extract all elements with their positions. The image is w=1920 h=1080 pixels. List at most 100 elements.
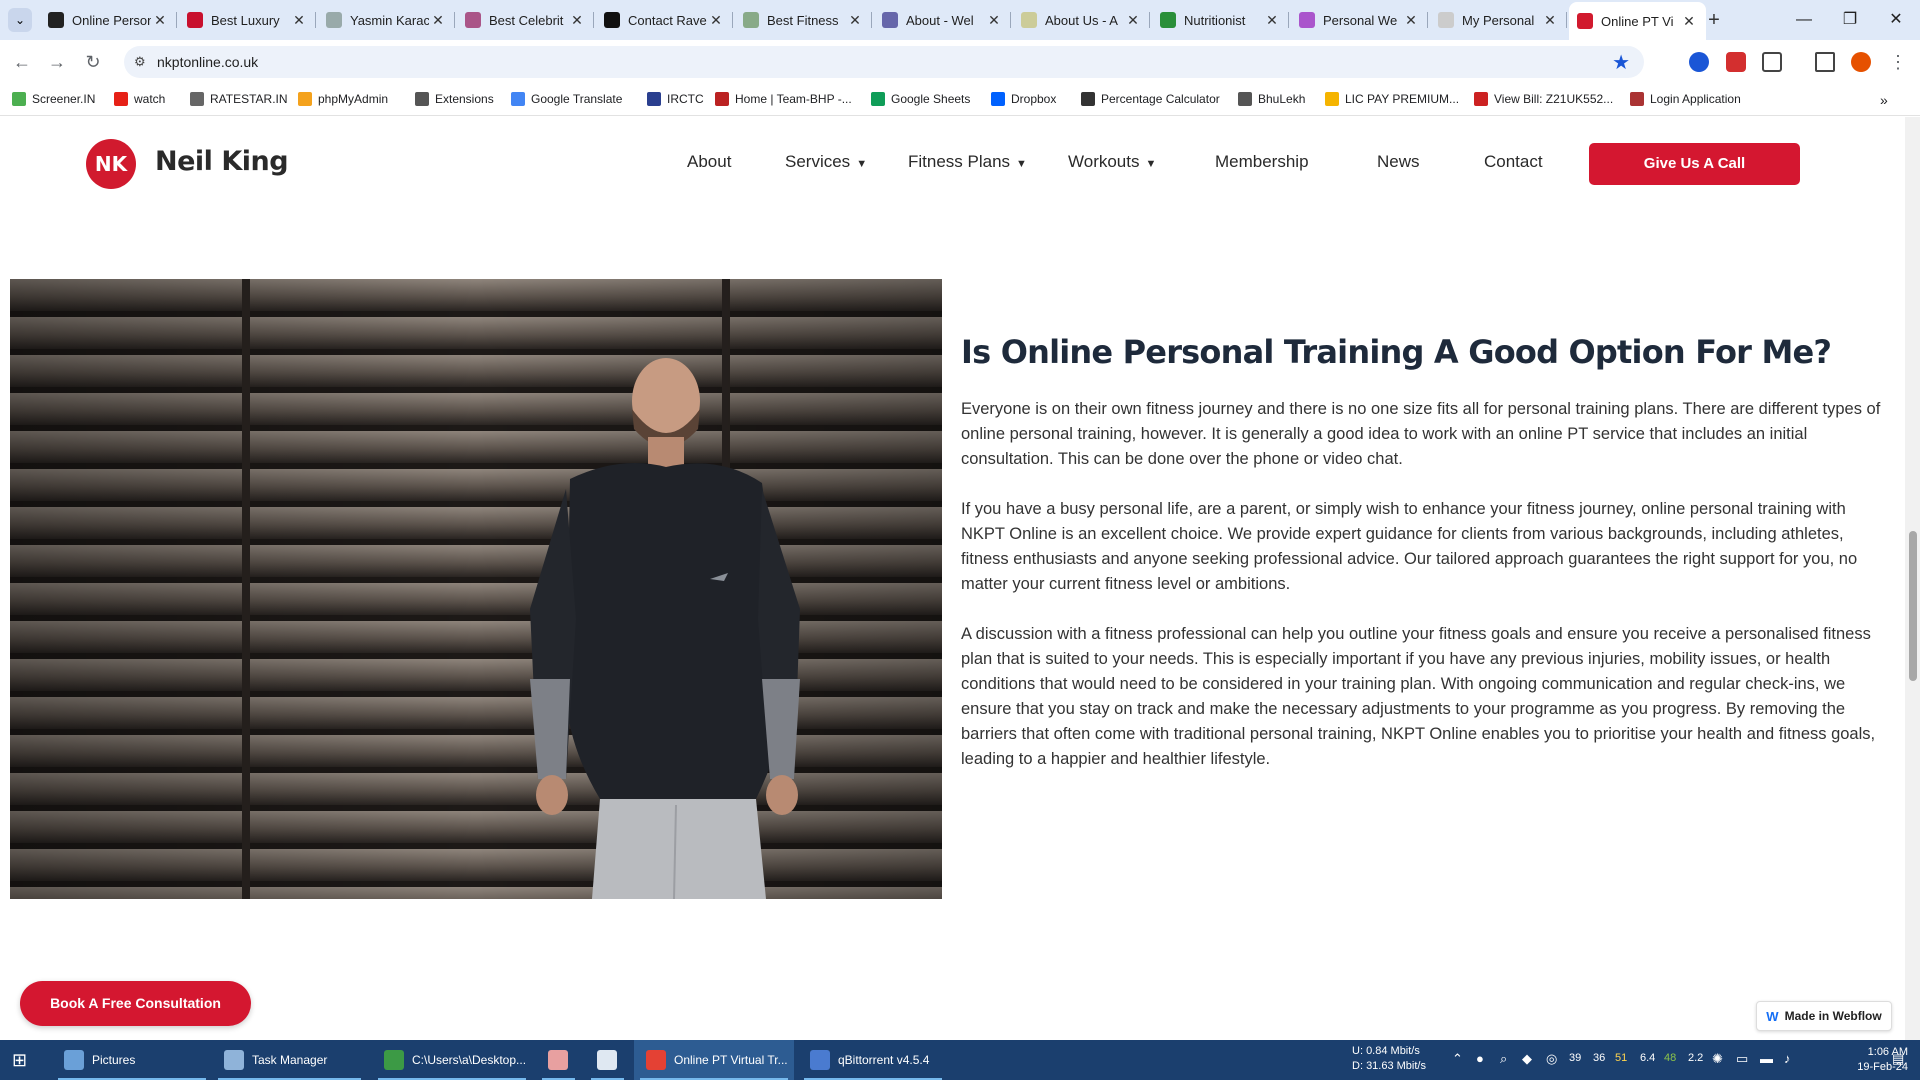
- nav-contact-label: Contact: [1484, 152, 1543, 171]
- extension-icon[interactable]: [1689, 52, 1709, 72]
- tab-close-icon[interactable]: ✕: [151, 12, 169, 29]
- taskbar-app-button[interactable]: C:\Users\a\Desktop...: [372, 1040, 532, 1080]
- taskbar-app-button[interactable]: qBittorrent v4.5.4: [798, 1040, 948, 1080]
- bookmark-item[interactable]: Google Translate: [511, 92, 622, 106]
- browser-tab[interactable]: Best Celebrit ✕: [457, 4, 594, 36]
- back-button[interactable]: ←: [10, 50, 34, 74]
- forward-button[interactable]: →: [45, 50, 69, 74]
- bookmark-item[interactable]: Screener.IN: [12, 92, 95, 106]
- bookmark-item[interactable]: RATESTAR.IN: [190, 92, 288, 106]
- browser-tab[interactable]: My Personal ✕: [1430, 4, 1567, 36]
- tab-close-icon[interactable]: ✕: [1680, 13, 1698, 30]
- browser-tab[interactable]: Online PT Vi ✕: [1569, 2, 1706, 40]
- tab-search-button[interactable]: ⌄: [8, 8, 32, 32]
- taskbar-app-button[interactable]: Online PT Virtual Tr...: [634, 1040, 794, 1080]
- reload-button[interactable]: ↻: [81, 50, 105, 74]
- new-tab-button[interactable]: +: [1702, 8, 1726, 32]
- taskbar-app-button[interactable]: Pictures: [52, 1040, 212, 1080]
- more-bookmarks-icon[interactable]: »: [1880, 92, 1888, 108]
- book-consultation-button[interactable]: Book A Free Consultation: [20, 981, 251, 1026]
- network-icon[interactable]: ▭: [1736, 1051, 1748, 1067]
- taskbar-clock[interactable]: 1:06 AM 19-Feb-24: [1848, 1045, 1908, 1075]
- browser-tab[interactable]: Best Luxury ✕: [179, 4, 316, 36]
- browser-tab[interactable]: About Us - A ✕: [1013, 4, 1150, 36]
- tray-indicator[interactable]: 36: [1593, 1052, 1605, 1064]
- menu-kebab-icon[interactable]: ⋮: [1886, 50, 1910, 74]
- battery-icon[interactable]: ▬: [1760, 1051, 1773, 1066]
- tray-indicator[interactable]: 2.2: [1688, 1052, 1703, 1064]
- bookmark-item[interactable]: watch: [114, 92, 165, 106]
- browser-tab[interactable]: Online Personal✕: [40, 4, 177, 36]
- tab-close-icon[interactable]: ✕: [429, 12, 447, 29]
- browser-tab[interactable]: Best Fitness ✕: [735, 4, 872, 36]
- tab-close-icon[interactable]: ✕: [1124, 12, 1142, 29]
- browser-tab[interactable]: Personal We ✕: [1291, 4, 1428, 36]
- side-panel-icon[interactable]: [1815, 52, 1835, 72]
- nav-about[interactable]: About: [687, 152, 731, 172]
- restore-button[interactable]: ❐: [1830, 8, 1870, 32]
- bookmark-item[interactable]: IRCTC: [647, 92, 704, 106]
- nav-news-label: News: [1377, 152, 1420, 171]
- tab-close-icon[interactable]: ✕: [1402, 12, 1420, 29]
- taskbar-app-button[interactable]: [536, 1040, 581, 1080]
- nav-membership[interactable]: Membership: [1215, 152, 1309, 172]
- tab-close-icon[interactable]: ✕: [1263, 12, 1281, 29]
- nav-services[interactable]: Services ▼: [785, 152, 867, 172]
- tab-close-icon[interactable]: ✕: [1541, 12, 1559, 29]
- tray-indicator[interactable]: 6.4: [1640, 1052, 1655, 1064]
- site-info-icon[interactable]: ⚙: [134, 54, 146, 70]
- tab-close-icon[interactable]: ✕: [707, 12, 725, 29]
- tray-app-icon[interactable]: ◎: [1546, 1051, 1557, 1067]
- extensions-puzzle-icon[interactable]: [1762, 52, 1782, 72]
- bookmark-item[interactable]: Google Sheets: [871, 92, 970, 106]
- address-bar[interactable]: ⚙ nkptonline.co.uk ★: [124, 46, 1644, 78]
- nav-workouts[interactable]: Workouts ▼: [1068, 152, 1156, 172]
- bookmark-item[interactable]: Extensions: [415, 92, 494, 106]
- tray-search-icon[interactable]: ⌕: [1500, 1051, 1507, 1067]
- bookmark-label: LIC PAY PREMIUM...: [1345, 92, 1460, 106]
- logo-icon[interactable]: NK: [86, 139, 136, 189]
- browser-tab[interactable]: Contact Rave ✕: [596, 4, 733, 36]
- page-scrollbar[interactable]: [1905, 117, 1920, 1040]
- bookmark-favicon-icon: [1081, 92, 1095, 106]
- taskbar-app-button[interactable]: [585, 1040, 630, 1080]
- bookmark-item[interactable]: phpMyAdmin: [298, 92, 388, 106]
- bookmark-item[interactable]: View Bill: Z21UK552...: [1474, 92, 1613, 106]
- tray-app-icon[interactable]: ✺: [1712, 1051, 1723, 1067]
- bookmark-item[interactable]: Dropbox: [991, 92, 1056, 106]
- ublock-icon[interactable]: [1726, 52, 1746, 72]
- browser-tab[interactable]: Nutritionist ✕: [1152, 4, 1289, 36]
- tray-app-icon[interactable]: ◆: [1522, 1051, 1532, 1067]
- profile-avatar[interactable]: [1851, 52, 1871, 72]
- volume-icon[interactable]: ♪: [1784, 1051, 1791, 1066]
- show-hidden-icons-icon[interactable]: ⌃: [1452, 1051, 1463, 1067]
- url-text[interactable]: nkptonline.co.uk: [157, 54, 258, 70]
- browser-tab[interactable]: About - Wel ✕: [874, 4, 1011, 36]
- tray-indicator[interactable]: 48: [1664, 1052, 1676, 1064]
- bookmark-item[interactable]: LIC PAY PREMIUM...: [1325, 92, 1459, 106]
- browser-tab[interactable]: Yasmin Karac ✕: [318, 4, 455, 36]
- tab-close-icon[interactable]: ✕: [568, 12, 586, 29]
- bookmark-item[interactable]: Login Application: [1630, 92, 1741, 106]
- nav-news[interactable]: News: [1377, 152, 1420, 172]
- logo-text[interactable]: Neil King: [155, 146, 289, 177]
- tray-indicator[interactable]: 51: [1615, 1052, 1627, 1064]
- minimize-button[interactable]: —: [1784, 8, 1824, 32]
- taskbar-app-button[interactable]: Task Manager: [212, 1040, 367, 1080]
- made-in-webflow-badge[interactable]: W Made in Webflow: [1756, 1001, 1892, 1031]
- tab-close-icon[interactable]: ✕: [290, 12, 308, 29]
- tray-app-icon[interactable]: ●: [1476, 1051, 1484, 1066]
- scrollbar-thumb[interactable]: [1909, 531, 1917, 681]
- nav-fitness-plans[interactable]: Fitness Plans ▼: [908, 152, 1027, 172]
- nav-contact[interactable]: Contact: [1484, 152, 1543, 172]
- give-us-a-call-button[interactable]: Give Us A Call: [1589, 143, 1800, 185]
- bookmark-item[interactable]: BhuLekh: [1238, 92, 1305, 106]
- windows-start-icon[interactable]: ⊞: [12, 1050, 27, 1071]
- tab-close-icon[interactable]: ✕: [846, 12, 864, 29]
- tab-close-icon[interactable]: ✕: [985, 12, 1003, 29]
- bookmark-item[interactable]: Home | Team-BHP -...: [715, 92, 852, 106]
- tray-indicator[interactable]: 39: [1569, 1052, 1581, 1064]
- close-window-button[interactable]: ✕: [1876, 8, 1916, 32]
- bookmark-star-icon[interactable]: ★: [1612, 50, 1630, 75]
- bookmark-item[interactable]: Percentage Calculator: [1081, 92, 1220, 106]
